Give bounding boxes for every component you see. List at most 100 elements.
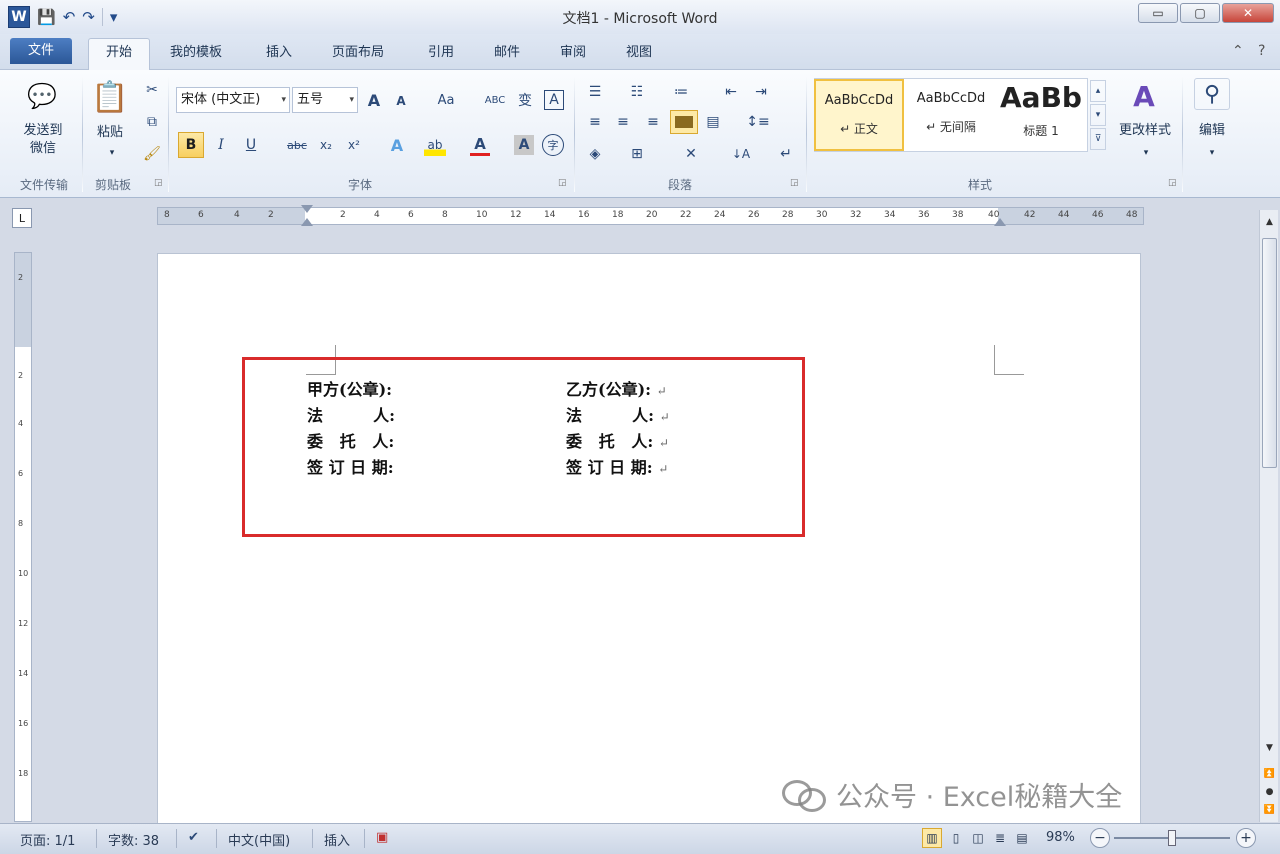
tab-references[interactable]: 引用 [424,42,458,70]
format-painter-icon[interactable]: 🖌 [142,144,162,164]
tab-review[interactable]: 审阅 [556,42,590,70]
editing-chevron-icon[interactable]: ▾ [1202,144,1222,162]
tab-page-layout[interactable]: 页面布局 [328,42,388,70]
grow-font-icon[interactable]: A [364,90,384,110]
style-no-spacing[interactable]: AaBbCcDd ↵ 无间隔 [906,79,996,151]
styles-more-icon[interactable]: ⊽ [1090,128,1106,150]
strikethrough-button[interactable]: abc [284,135,310,155]
party-b-legal-rep-label[interactable]: 法 人: ↵ [566,402,670,426]
minimize-button[interactable]: ▭ [1138,3,1178,23]
editing-button[interactable]: 编辑 [1192,122,1232,140]
party-a-seal-label[interactable]: 甲方(公章): [307,376,392,400]
word-count[interactable]: 字数: 38 [108,830,159,849]
party-b-seal-label[interactable]: 乙方(公章): ↵ [566,376,667,400]
superscript-button[interactable]: x² [344,135,364,155]
highlight-button[interactable]: ab [424,134,446,156]
draft-view-icon[interactable]: ▤ [1012,828,1032,848]
change-styles-icon[interactable]: A [1124,78,1164,114]
italic-button[interactable]: I [212,135,230,155]
sort-icon[interactable]: ↓A [730,144,752,164]
styles-scroll-up-icon[interactable]: ▴ [1090,80,1106,102]
tab-selector-icon[interactable]: L [12,208,32,228]
scroll-thumb[interactable] [1262,238,1277,468]
borders-icon[interactable]: ⊞ [626,144,648,164]
style-normal[interactable]: AaBbCcDd ↵ 正文 [814,79,904,151]
close-button[interactable]: ✕ [1222,3,1274,23]
wechat-icon[interactable]: 💬 [24,80,60,112]
send-to-wechat-button[interactable]: 发送到 微信 [14,122,72,158]
justify-icon[interactable] [670,110,698,134]
bold-button[interactable]: B [178,132,204,158]
multilevel-list-icon[interactable]: ≔ [670,82,692,102]
underline-button[interactable]: U [242,135,260,155]
phonetic-guide-icon[interactable]: 变 [514,90,536,110]
font-color-button[interactable]: A [470,134,490,156]
zoom-in-button[interactable]: + [1236,828,1256,848]
paste-icon[interactable]: 📋 [91,76,128,118]
vertical-scrollbar[interactable]: ▲ ▼ ⏫ ● ⏬ [1259,210,1278,822]
text-effects-button[interactable]: A [386,134,408,156]
proofing-icon[interactable]: ✔ [188,830,199,845]
clear-formatting-icon[interactable]: ABC [484,90,506,110]
language-indicator[interactable]: 中文(中国) [228,830,290,849]
previous-page-icon[interactable]: ⏫ [1262,766,1277,781]
document-page[interactable]: 甲方(公章): 乙方(公章): ↵ 法 人: 法 人: ↵ 委 托 人: 委 托… [157,253,1141,828]
numbering-icon[interactable]: ☷ [626,82,648,102]
macro-recording-icon[interactable]: ▣ [376,830,388,845]
maximize-button[interactable]: ▢ [1180,3,1220,23]
align-center-icon[interactable]: ≡ [612,112,634,132]
horizontal-ruler[interactable]: 8 6 4 2 2 4 6 8 10 12 14 16 18 20 22 24 … [157,205,1144,226]
shading-icon[interactable]: ◈ [584,144,606,164]
change-case-icon[interactable]: Aa [432,90,460,110]
web-layout-view-icon[interactable]: ◫ [968,828,988,848]
insert-mode-indicator[interactable]: 插入 [324,830,350,849]
enclose-characters-button[interactable]: 字 [542,134,564,156]
styles-scroll-down-icon[interactable]: ▾ [1090,104,1106,126]
bullets-icon[interactable]: ☰ [584,82,606,102]
scroll-down-icon[interactable]: ▼ [1262,740,1277,755]
character-border-icon[interactable]: A [544,90,564,110]
find-binoculars-icon[interactable]: ⚲ [1194,78,1230,110]
zoom-out-button[interactable]: − [1090,828,1110,848]
party-a-agent-label[interactable]: 委 托 人: [307,428,394,452]
font-size-chevron-icon[interactable]: ▾ [349,88,354,112]
align-right-icon[interactable]: ≡ [642,112,664,132]
print-layout-view-icon[interactable]: ▥ [922,828,942,848]
page-count[interactable]: 页面: 1/1 [20,830,75,849]
style-heading-1[interactable]: AaBb 标题 1 [996,79,1086,151]
tab-home[interactable]: 开始 [88,38,150,71]
shrink-font-icon[interactable]: A [392,92,410,110]
browse-object-icon[interactable]: ● [1262,784,1277,799]
left-indent-marker[interactable] [301,218,313,226]
party-a-legal-rep-label[interactable]: 法 人: [307,402,395,426]
paste-options-chevron-icon[interactable]: ▾ [102,144,122,162]
next-page-icon[interactable]: ⏬ [1262,802,1277,817]
styles-dialog-launcher-icon[interactable]: ◲ [1168,178,1177,188]
increase-indent-icon[interactable]: ⇥ [750,82,772,102]
first-line-indent-marker[interactable] [301,205,313,213]
paste-button[interactable]: 粘贴 [90,124,130,142]
tab-view[interactable]: 视图 [622,42,656,70]
tab-my-templates[interactable]: 我的模板 [166,42,226,70]
align-left-icon[interactable]: ≡ [584,112,606,132]
line-spacing-icon[interactable]: ↕≡ [744,112,772,132]
tab-insert[interactable]: 插入 [262,42,296,70]
cut-icon[interactable]: ✂ [142,80,162,100]
font-size-combo[interactable]: 五号 ▾ [292,87,358,113]
right-indent-marker[interactable] [994,218,1006,226]
vertical-ruler[interactable]: 2 2 4 6 8 10 12 14 16 18 [14,252,32,822]
show-marks-icon[interactable]: ↵ [776,144,796,164]
collapse-ribbon-icon[interactable]: ⌃ [1232,43,1244,59]
full-screen-reading-view-icon[interactable]: ▯ [946,828,966,848]
zoom-level[interactable]: 98% [1046,830,1075,845]
paragraph-dialog-launcher-icon[interactable]: ◲ [790,178,799,188]
tab-mailings[interactable]: 邮件 [490,42,524,70]
font-name-combo[interactable]: 宋体 (中文正) ▾ [176,87,290,113]
decrease-indent-icon[interactable]: ⇤ [720,82,742,102]
copy-icon[interactable]: ⧉ [142,112,162,132]
character-shading-button[interactable]: A [514,135,534,155]
tab-file[interactable]: 文件 [10,38,72,64]
party-b-sign-date-label[interactable]: 签 订 日 期: ↵ [566,454,668,478]
font-name-chevron-icon[interactable]: ▾ [281,88,286,112]
subscript-button[interactable]: x₂ [316,135,336,155]
